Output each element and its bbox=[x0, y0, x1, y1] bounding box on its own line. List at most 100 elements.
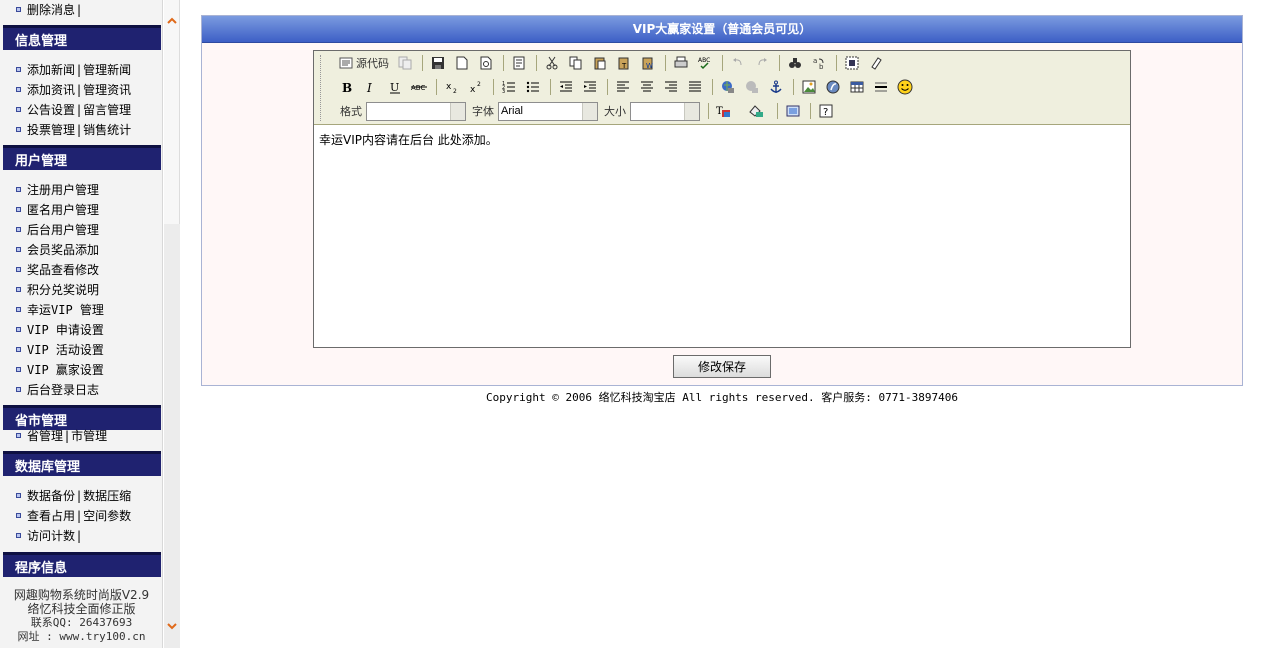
section-header-info[interactable]: 信息管理 bbox=[3, 25, 161, 50]
section-header-database[interactable]: 数据库管理 bbox=[3, 451, 161, 476]
menu-link-votes[interactable]: 投票管理 bbox=[27, 123, 75, 137]
unordered-list-icon[interactable] bbox=[522, 77, 544, 97]
select-all-icon[interactable] bbox=[841, 53, 863, 73]
menu-item[interactable]: 奖品查看修改 bbox=[16, 260, 99, 280]
section-header-users[interactable]: 用户管理 bbox=[3, 145, 161, 170]
menu-link-space[interactable]: 空间参数 bbox=[83, 509, 131, 523]
menu-link-manage-news[interactable]: 管理新闻 bbox=[83, 63, 131, 77]
copy-icon[interactable] bbox=[565, 53, 587, 73]
align-center-icon[interactable] bbox=[636, 77, 658, 97]
menu-link-points[interactable]: 积分兑奖说明 bbox=[27, 283, 99, 297]
menu-link-vip-winner[interactable]: VIP 赢家设置 bbox=[27, 363, 104, 377]
new-page-icon[interactable] bbox=[451, 53, 473, 73]
menu-link-vip-activity[interactable]: VIP 活动设置 bbox=[27, 343, 104, 357]
align-left-icon[interactable] bbox=[612, 77, 634, 97]
menu-link-province[interactable]: 省管理 bbox=[27, 429, 63, 443]
italic-icon[interactable]: I bbox=[360, 77, 382, 97]
outdent-icon[interactable] bbox=[555, 77, 577, 97]
menu-item-delete-message[interactable]: 删除消息 | bbox=[16, 0, 83, 20]
menu-link-add-prize[interactable]: 会员奖品添加 bbox=[27, 243, 99, 257]
smiley-icon[interactable] bbox=[894, 77, 916, 97]
ordered-list-icon[interactable]: 123 bbox=[498, 77, 520, 97]
fullscreen-icon[interactable] bbox=[782, 101, 804, 121]
eraser-icon[interactable] bbox=[865, 53, 887, 73]
preview-icon[interactable] bbox=[475, 53, 497, 73]
anchor-icon[interactable] bbox=[765, 77, 787, 97]
subscript-icon[interactable]: x2 bbox=[441, 77, 463, 97]
dropdown-arrow-icon[interactable] bbox=[684, 102, 699, 120]
table-icon[interactable] bbox=[846, 77, 868, 97]
dropdown-arrow-icon[interactable] bbox=[450, 102, 465, 120]
menu-item[interactable]: 后台登录日志 bbox=[16, 380, 99, 400]
link-icon[interactable] bbox=[717, 77, 739, 97]
menu-link-edit-prize[interactable]: 奖品查看修改 bbox=[27, 263, 99, 277]
strikethrough-icon[interactable]: ABC bbox=[408, 77, 430, 97]
menu-item[interactable]: 匿名用户管理 bbox=[16, 200, 99, 220]
menu-link-lucky-vip[interactable]: 幸运VIP 管理 bbox=[27, 303, 104, 317]
replace-icon[interactable]: ab bbox=[808, 53, 830, 73]
menu-item[interactable]: 注册用户管理 bbox=[16, 180, 99, 200]
menu-item[interactable]: 会员奖品添加 bbox=[16, 240, 99, 260]
menu-item[interactable]: VIP 赢家设置 bbox=[16, 360, 104, 380]
bullet-icon bbox=[16, 107, 21, 112]
chevron-down-icon[interactable] bbox=[166, 620, 178, 632]
menu-link-anonymous-users[interactable]: 匿名用户管理 bbox=[27, 203, 99, 217]
menu-link-sales[interactable]: 销售统计 bbox=[83, 123, 131, 137]
menu-link-backup[interactable]: 数据备份 bbox=[27, 489, 75, 503]
dropdown-arrow-icon[interactable] bbox=[582, 102, 597, 120]
unlink-icon[interactable] bbox=[741, 77, 763, 97]
cut-icon[interactable] bbox=[541, 53, 563, 73]
horizontal-rule-icon[interactable] bbox=[870, 77, 892, 97]
underline-icon[interactable]: U bbox=[384, 77, 406, 97]
superscript-icon[interactable]: x2 bbox=[465, 77, 487, 97]
menu-item[interactable]: 积分兑奖说明 bbox=[16, 280, 99, 300]
template-icon[interactable] bbox=[508, 53, 530, 73]
menu-link-messages[interactable]: 留言管理 bbox=[83, 103, 131, 117]
paste-text-icon[interactable]: T bbox=[613, 53, 635, 73]
text-color-icon[interactable]: T bbox=[713, 101, 735, 121]
paste-word-icon[interactable]: W bbox=[637, 53, 659, 73]
align-justify-icon[interactable] bbox=[684, 77, 706, 97]
menu-item[interactable]: VIP 活动设置 bbox=[16, 340, 104, 360]
help-icon[interactable]: ? bbox=[815, 101, 837, 121]
sidebar-scrollbar[interactable] bbox=[164, 0, 180, 648]
menu-link-add-info[interactable]: 添加资讯 bbox=[27, 83, 75, 97]
copy-doc-icon[interactable] bbox=[394, 53, 416, 73]
menu-link-compress[interactable]: 数据压缩 bbox=[83, 489, 131, 503]
bold-icon[interactable]: B bbox=[336, 77, 358, 97]
menu-link-login-log[interactable]: 后台登录日志 bbox=[27, 383, 99, 397]
chevron-up-icon[interactable] bbox=[166, 15, 178, 27]
print-icon[interactable] bbox=[670, 53, 692, 73]
menu-item[interactable]: 幸运VIP 管理 bbox=[16, 300, 104, 320]
find-icon[interactable] bbox=[784, 53, 806, 73]
undo-icon[interactable] bbox=[727, 53, 749, 73]
background-color-icon[interactable] bbox=[745, 101, 767, 121]
menu-link-add-news[interactable]: 添加新闻 bbox=[27, 63, 75, 77]
format-select[interactable] bbox=[366, 101, 466, 121]
menu-link-visit-count[interactable]: 访问计数 bbox=[27, 529, 75, 543]
menu-link-registered-users[interactable]: 注册用户管理 bbox=[27, 183, 99, 197]
menu-link-manage-info[interactable]: 管理资讯 bbox=[83, 83, 131, 97]
size-select[interactable] bbox=[630, 101, 700, 121]
editor-content-area[interactable]: 幸运VIP内容请在后台 此处添加。 bbox=[314, 125, 1130, 347]
menu-link-usage[interactable]: 查看占用 bbox=[27, 509, 75, 523]
source-code-button[interactable]: 源代码 bbox=[336, 53, 392, 73]
align-right-icon[interactable] bbox=[660, 77, 682, 97]
save-changes-button[interactable]: 修改保存 bbox=[673, 355, 771, 378]
save-icon[interactable] bbox=[427, 53, 449, 73]
menu-link-notice[interactable]: 公告设置 bbox=[27, 103, 75, 117]
menu-item[interactable]: 后台用户管理 bbox=[16, 220, 99, 240]
menu-item[interactable]: VIP 申请设置 bbox=[16, 320, 104, 340]
paste-icon[interactable] bbox=[589, 53, 611, 73]
redo-icon[interactable] bbox=[751, 53, 773, 73]
menu-link-vip-apply[interactable]: VIP 申请设置 bbox=[27, 323, 104, 337]
font-select[interactable]: Arial bbox=[498, 101, 598, 121]
spellcheck-icon[interactable]: ABC bbox=[694, 53, 716, 73]
indent-icon[interactable] bbox=[579, 77, 601, 97]
menu-link-city[interactable]: 市管理 bbox=[71, 429, 107, 443]
image-icon[interactable] bbox=[798, 77, 820, 97]
scrollbar-thumb[interactable] bbox=[164, 0, 180, 224]
menu-link-admin-users[interactable]: 后台用户管理 bbox=[27, 223, 99, 237]
flash-icon[interactable] bbox=[822, 77, 844, 97]
menu-link[interactable]: 删除消息 bbox=[27, 3, 75, 17]
